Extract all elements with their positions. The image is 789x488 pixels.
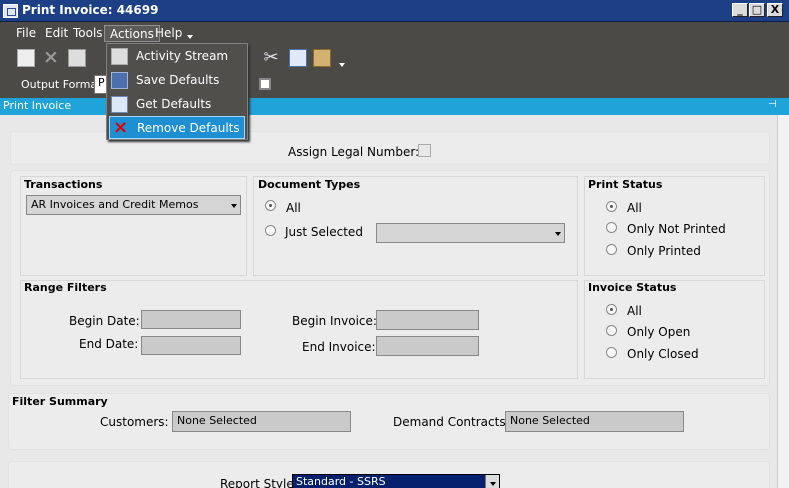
invoice-status-all-radio[interactable] [606,304,617,315]
remove-defaults-icon: × [112,117,129,138]
activity-stream-label: Activity Stream [136,49,229,63]
demand-contracts-label: Demand Contracts: [393,415,510,429]
begin-date-field[interactable] [141,310,241,329]
menu-file[interactable]: File [11,25,41,42]
maximize-button[interactable]: □ [749,3,765,17]
invoice-status-closed-radio[interactable] [606,347,617,358]
delete-icon[interactable]: × [42,48,60,67]
close-button[interactable]: X [767,3,783,17]
print-status-all-label: All [627,201,642,215]
transactions-select[interactable]: AR Invoices and Credit Memos [26,195,241,215]
menu-item-remove-defaults[interactable]: × Remove Defaults [109,116,245,139]
begin-date-label: Begin Date: [69,314,140,328]
save-icon[interactable] [68,49,86,67]
print-status-all-radio[interactable] [606,201,617,212]
print-status-printed-radio[interactable] [606,244,617,255]
customers-value: None Selected [177,414,257,427]
invoice-status-title: Invoice Status [588,281,677,294]
pin-icon[interactable]: ⊣ [768,99,777,110]
demand-contracts-field[interactable]: None Selected [505,411,684,432]
get-defaults-icon [111,96,128,113]
doc-type-just-selected-radio[interactable] [265,225,276,236]
window-icon [3,4,18,18]
document-type-dropdown-icon[interactable] [555,232,561,236]
invoice-status-all-label: All [627,304,642,318]
report-style-select[interactable]: Standard - SSRS [292,474,500,488]
window-title: Print Invoice: 44699 [22,3,159,17]
vertical-scrollbar[interactable] [777,115,789,488]
format-checkbox[interactable] [259,78,271,90]
print-status-printed-label: Only Printed [627,244,701,258]
toolbar-overflow-icon[interactable] [339,63,345,67]
menu-tools[interactable]: Tools [68,25,108,42]
print-status-not-printed-radio[interactable] [606,222,617,233]
doc-type-all-label: All [286,201,301,215]
transactions-value: AR Invoices and Credit Memos [31,198,199,211]
get-defaults-label: Get Defaults [136,97,212,111]
transactions-dropdown-icon[interactable] [231,204,237,208]
cut-icon[interactable]: ✂ [262,49,280,67]
invoice-status-open-radio[interactable] [606,325,617,336]
end-date-label: End Date: [79,337,139,351]
report-style-dropdown-icon [490,482,496,486]
doc-type-just-selected-label: Just Selected [285,225,363,239]
new-icon[interactable] [17,49,35,67]
paste-icon[interactable] [313,49,331,67]
print-status-title: Print Status [588,178,663,191]
end-date-field[interactable] [141,336,241,355]
document-types-title: Document Types [258,178,361,191]
document-type-select[interactable] [376,223,565,243]
begin-invoice-field[interactable] [376,310,479,330]
begin-invoice-label: Begin Invoice: [292,314,377,328]
menu-overflow-icon[interactable] [187,35,193,39]
invoice-status-closed-label: Only Closed [627,347,699,361]
menu-item-activity-stream[interactable]: Activity Stream [109,45,245,68]
menu-item-get-defaults[interactable]: Get Defaults [109,93,245,116]
report-style-dropdown-button[interactable] [485,475,499,488]
output-format-label: Output Format: [21,78,106,91]
save-defaults-label: Save Defaults [136,73,220,87]
assign-legal-label: Assign Legal Number: [288,145,420,159]
transactions-group [20,176,247,276]
menu-item-save-defaults[interactable]: Save Defaults [109,69,245,92]
activity-stream-icon [111,48,128,65]
filter-summary-title: Filter Summary [12,395,108,408]
assign-legal-checkbox[interactable] [418,144,431,157]
transactions-title: Transactions [24,178,103,191]
print-status-not-printed-label: Only Not Printed [627,222,726,236]
invoice-status-open-label: Only Open [627,325,691,339]
demand-contracts-value: None Selected [510,414,590,427]
end-invoice-field[interactable] [376,336,479,356]
copy-icon[interactable] [289,49,307,67]
customers-field[interactable]: None Selected [172,411,351,432]
doc-type-all-radio[interactable] [265,200,276,211]
minimize-button[interactable]: _ [732,3,748,17]
remove-defaults-label: Remove Defaults [137,121,240,135]
section-title: Print Invoice [3,99,72,112]
report-style-label: Report Style: [220,477,298,488]
range-filters-group [20,280,578,379]
report-style-value: Standard - SSRS [296,475,386,488]
end-invoice-label: End Invoice: [302,340,376,354]
range-filters-title: Range Filters [24,281,107,294]
save-defaults-icon [111,72,128,89]
customers-label: Customers: [100,415,169,429]
menu-help[interactable]: Help [150,25,187,42]
